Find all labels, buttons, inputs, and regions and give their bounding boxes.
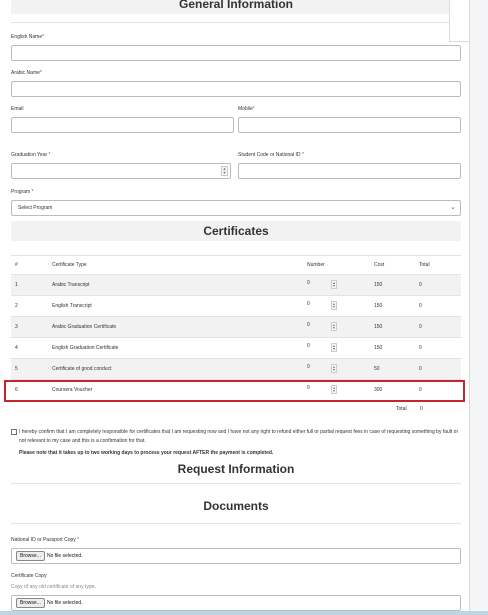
row-number-cell: 0 ▴ ▾ — [303, 316, 370, 338]
quantity-stepper[interactable]: 0 ▴ ▾ — [307, 343, 337, 353]
total-label: Total — [396, 406, 407, 412]
side-panel-corner — [449, 0, 469, 42]
row-index: 1 — [11, 274, 48, 296]
row-cost: 150 — [370, 274, 415, 296]
row-index: 3 — [11, 316, 48, 338]
column-header-number: Number — [303, 255, 370, 275]
processing-note: Please note that it takes up to two work… — [19, 450, 274, 456]
row-total: 0 — [415, 274, 461, 296]
column-header-cost: Cost — [370, 255, 415, 275]
highlight-box — [4, 380, 465, 402]
form-page: General Information English Name* Arabic… — [0, 0, 470, 615]
stepper-arrows-icon[interactable]: ▴ ▾ — [331, 364, 337, 373]
no-file-text: No file selected. — [47, 600, 83, 606]
browse-button[interactable]: Browse... — [16, 598, 45, 608]
right-scroll-rail[interactable] — [470, 0, 488, 615]
total-value: 0 — [420, 406, 423, 412]
certificate-copy-label: Certificate Copy — [11, 573, 47, 579]
general-information-title: General Information — [178, 0, 294, 11]
row-type: English Transcript — [48, 295, 303, 317]
graduation-year-label: Graduation Year * — [11, 152, 51, 158]
general-information-header: General Information — [11, 0, 461, 14]
arabic-name-input[interactable] — [11, 81, 461, 97]
column-header-type: Certificate Type — [48, 255, 303, 275]
row-cost: 150 — [370, 316, 415, 338]
program-select[interactable]: Select Program ⌄ — [11, 200, 461, 216]
row-cost: 50 — [370, 358, 415, 380]
row-number-cell: 0 ▴ ▾ — [303, 295, 370, 317]
stepper-arrows-icon[interactable]: ▴ ▾ — [331, 343, 337, 352]
quantity-stepper[interactable]: 0 ▴ ▾ — [307, 280, 337, 290]
row-number-cell: 0 ▴ ▾ — [303, 358, 370, 380]
table-row: 1 Arabic Transcript 0 ▴ ▾ 150 0 — [11, 274, 461, 296]
row-type: Arabic Transcript — [48, 274, 303, 296]
row-type: English Graduation Certificate — [48, 337, 303, 359]
national-id-file-input[interactable]: Browse... No file selected. — [11, 548, 461, 564]
english-name-label: English Name* — [11, 34, 45, 40]
email-input[interactable] — [11, 117, 234, 133]
certificate-copy-file-input[interactable]: Browse... No file selected. — [11, 595, 461, 611]
quantity-stepper[interactable]: 0 ▴ ▾ — [307, 364, 337, 374]
certificate-copy-help: Copy of any old certificate of any type. — [11, 584, 96, 590]
row-type: Certificate of good conduct — [48, 358, 303, 380]
row-type: Arabic Graduation Certificate — [48, 316, 303, 338]
row-total: 0 — [415, 316, 461, 338]
stepper-arrows-icon[interactable]: ▴ ▾ — [331, 322, 337, 331]
row-number-cell: 0 ▴ ▾ — [303, 337, 370, 359]
row-total: 0 — [415, 295, 461, 317]
row-total: 0 — [415, 358, 461, 380]
email-label: Email — [11, 106, 24, 112]
row-number-cell: 0 ▴ ▾ — [303, 274, 370, 296]
certificates-header: Certificates — [11, 221, 461, 241]
stepper-arrows-icon[interactable]: ▴ ▾ — [331, 280, 337, 289]
request-information-title: Request Information — [177, 462, 295, 476]
row-cost: 150 — [370, 295, 415, 317]
table-row: 3 Arabic Graduation Certificate 0 ▴ ▾ 150 … — [11, 316, 461, 338]
table-header-row: # Certificate Type Number Cost Total — [11, 255, 461, 275]
confirm-checkbox[interactable] — [11, 429, 17, 435]
national-id-label: National ID or Passport Copy * — [11, 537, 80, 543]
column-header-index: # — [11, 255, 48, 275]
quantity-stepper[interactable]: 0 ▴ ▾ — [307, 322, 337, 332]
mobile-label: Mobile* — [238, 106, 255, 112]
graduation-year-input[interactable]: ▲ ▼ — [11, 163, 231, 179]
english-name-input[interactable] — [11, 45, 461, 61]
bottom-scrollbar[interactable] — [0, 611, 488, 615]
chevron-down-icon: ⌄ — [450, 204, 456, 211]
arabic-name-label: Arabic Name* — [11, 70, 42, 76]
divider — [11, 523, 461, 524]
quantity-stepper[interactable]: 0 ▴ ▾ — [307, 301, 337, 311]
student-code-label: Student Code or National ID * — [238, 152, 304, 158]
column-header-total: Total — [415, 255, 461, 275]
row-index: 2 — [11, 295, 48, 317]
program-selected-value: Select Program — [18, 205, 53, 211]
documents-title: Documents — [203, 499, 269, 513]
program-label: Program * — [11, 189, 34, 195]
table-row: 2 English Transcript 0 ▴ ▾ 150 0 — [11, 295, 461, 317]
graduation-year-stepper[interactable]: ▲ ▼ — [221, 166, 228, 176]
table-row: 4 English Graduation Certificate 0 ▴ ▾ 150… — [11, 337, 461, 359]
student-code-input[interactable] — [238, 163, 461, 179]
row-index: 5 — [11, 358, 48, 380]
divider — [11, 483, 461, 484]
row-index: 4 — [11, 337, 48, 359]
mobile-input[interactable] — [238, 117, 461, 133]
certificates-title: Certificates — [203, 224, 269, 238]
browse-button[interactable]: Browse... — [16, 551, 45, 561]
no-file-text: No file selected. — [47, 553, 83, 559]
table-row: 5 Certificate of good conduct 0 ▴ ▾ 50 0 — [11, 358, 461, 380]
row-cost: 150 — [370, 337, 415, 359]
stepper-arrows-icon[interactable]: ▴ ▾ — [331, 301, 337, 310]
row-total: 0 — [415, 337, 461, 359]
confirmation-text: I hereby confirm that I am completely re… — [19, 429, 459, 444]
divider — [11, 22, 461, 23]
